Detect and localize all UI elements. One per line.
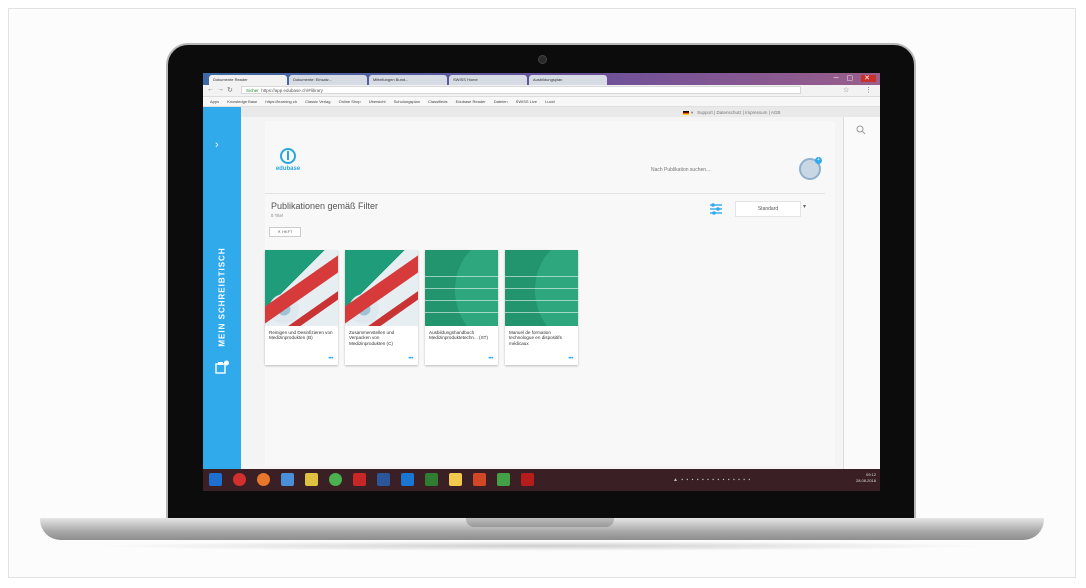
bookmark-item[interactable]: Knowledge Base: [227, 99, 257, 104]
browser-tab[interactable]: Ausbildungsplan: [529, 75, 607, 85]
search-icon[interactable]: [856, 125, 866, 135]
book-cover[interactable]: [345, 250, 418, 326]
language-arrow[interactable]: ▾: [691, 110, 693, 115]
bookmark-item[interactable]: Lucid: [545, 99, 555, 104]
book-title[interactable]: Manuel de formation technologue en dispo…: [509, 330, 574, 346]
sort-dropdown-icon[interactable]: ▾: [803, 203, 806, 210]
bookmark-item[interactable]: Übersicht: [369, 99, 386, 104]
book-title[interactable]: Ausbildungshandbuch Medizinproduktetechn…: [429, 330, 494, 341]
browser-tab[interactable]: SWISS Home: [449, 75, 527, 85]
browser-tabstrip: Dokumente Reader Dokumente: Einsatz... M…: [203, 73, 880, 85]
url-text: https://app.edubase.ch/#library: [261, 88, 323, 93]
app-icon[interactable]: [497, 473, 510, 486]
user-avatar[interactable]: +: [799, 157, 822, 180]
powerpoint-icon[interactable]: [473, 473, 486, 486]
clock-date: 28.08.2018: [855, 478, 876, 483]
result-count: 5 Titel: [271, 213, 284, 218]
book-cover[interactable]: [505, 250, 578, 326]
bookmarks-bar: Apps Knowledge Base https://learning.ch …: [203, 97, 880, 107]
secure-label: Sicher: [246, 88, 259, 93]
more-options-icon[interactable]: •••: [408, 356, 413, 362]
app-icon[interactable]: [353, 473, 366, 486]
desk-icon[interactable]: [215, 360, 229, 374]
book-cover[interactable]: [425, 250, 498, 326]
avatar-badge: +: [815, 157, 822, 164]
right-pane: [843, 117, 880, 469]
camera: [538, 55, 547, 64]
bookmark-item[interactable]: Online Shop: [339, 99, 361, 104]
publication-card[interactable]: Reinigen und Desinfizieren von Medizinpr…: [265, 250, 338, 365]
more-options-icon[interactable]: •••: [568, 356, 573, 362]
logo-text: edubase: [275, 166, 301, 172]
menu-icon[interactable]: ⋮: [865, 86, 872, 94]
publication-card[interactable]: Manuel de formation technologue en dispo…: [505, 250, 578, 365]
laptop-screen: Dokumente Reader Dokumente: Einsatz... M…: [203, 73, 880, 491]
word-icon[interactable]: [377, 473, 390, 486]
more-options-icon[interactable]: •••: [488, 356, 493, 362]
bookmark-item[interactable]: Classifieds: [428, 99, 447, 104]
book-cover[interactable]: [265, 250, 338, 326]
bookmark-item[interactable]: Apps: [210, 99, 219, 104]
folder-icon[interactable]: [305, 473, 318, 486]
bookmark-item[interactable]: SWISS Live: [516, 99, 537, 104]
acrobat-icon[interactable]: [521, 473, 534, 486]
book-title[interactable]: Zusammenstellen und Verpacken von Medizi…: [349, 330, 414, 346]
sidebar-label: MEIN SCHREIBTISCH: [217, 247, 227, 347]
filter-chip[interactable]: ✕ HKFT: [269, 227, 301, 237]
chrome-icon[interactable]: [329, 473, 342, 486]
edubase-logo[interactable]: edubase: [271, 148, 305, 178]
url-field[interactable]: Sicher https://app.edubase.ch/#library: [241, 86, 801, 94]
divider: [265, 193, 825, 194]
search-input[interactable]: [645, 163, 755, 177]
logo-bar: [287, 151, 289, 160]
bookmark-item[interactable]: Classic Verlag: [305, 99, 330, 104]
star-icon[interactable]: ☆: [843, 86, 849, 94]
footer-links[interactable]: Support | Datenschutz | Impressum | AGB: [697, 110, 780, 115]
browser-tab[interactable]: Mitteilungen Bund...: [369, 75, 447, 85]
app-icon[interactable]: [233, 473, 246, 486]
filter-sliders-icon[interactable]: [708, 201, 724, 217]
desk-sidebar[interactable]: › MEIN SCHREIBTISCH: [203, 107, 241, 469]
back-icon[interactable]: ←: [207, 86, 214, 93]
sort-select[interactable]: Standard: [735, 201, 801, 217]
expand-chevron-icon[interactable]: ›: [215, 139, 219, 151]
flag-icon[interactable]: [683, 110, 689, 115]
start-icon[interactable]: [209, 473, 222, 486]
app-icon[interactable]: [425, 473, 438, 486]
browser-tab[interactable]: Dokumente Reader: [209, 75, 287, 85]
reload-icon[interactable]: ↻: [227, 86, 233, 94]
address-bar: ← → ↻ Sicher https://app.edubase.ch/#lib…: [203, 85, 880, 97]
forward-icon[interactable]: →: [217, 86, 224, 93]
top-links: ▾ Support | Datenschutz | Impressum | AG…: [683, 110, 780, 116]
laptop-shadow: [90, 541, 994, 551]
publication-card[interactable]: Zusammenstellen und Verpacken von Medizi…: [345, 250, 418, 365]
system-tray-icons[interactable]: ▲ ▪ ▪ ▪ ▪ ▪ ▪ ▪ ▪ ▪ ▪ ▪ ▪ ▪ ▪: [673, 477, 751, 483]
window-controls[interactable]: ─ ▢ ✕: [834, 74, 876, 82]
bookmark-item[interactable]: Edubase Reader: [456, 99, 486, 104]
bookmark-item[interactable]: Schulungsplan: [394, 99, 420, 104]
firefox-icon[interactable]: [257, 473, 270, 486]
browser-tab[interactable]: Dokumente: Einsatz...: [289, 75, 367, 85]
app-icon[interactable]: [281, 473, 294, 486]
outlook-icon[interactable]: [401, 473, 414, 486]
bookmark-item[interactable]: https://learning.ch: [265, 99, 297, 104]
page-title: Publikationen gemäß Filter: [271, 201, 379, 211]
windows-taskbar: ▲ ▪ ▪ ▪ ▪ ▪ ▪ ▪ ▪ ▪ ▪ ▪ ▪ ▪ ▪ 09:12 28.0…: [203, 469, 880, 491]
book-title[interactable]: Reinigen und Desinfizieren von Medizinpr…: [269, 330, 334, 341]
app-icon[interactable]: [449, 473, 462, 486]
more-options-icon[interactable]: •••: [328, 356, 333, 362]
laptop-notch: [466, 518, 614, 527]
publication-card[interactable]: Ausbildungshandbuch Medizinproduktetechn…: [425, 250, 498, 365]
clock[interactable]: 09:12 28.08.2018: [856, 472, 876, 484]
bookmark-item[interactable]: Dateien: [494, 99, 508, 104]
